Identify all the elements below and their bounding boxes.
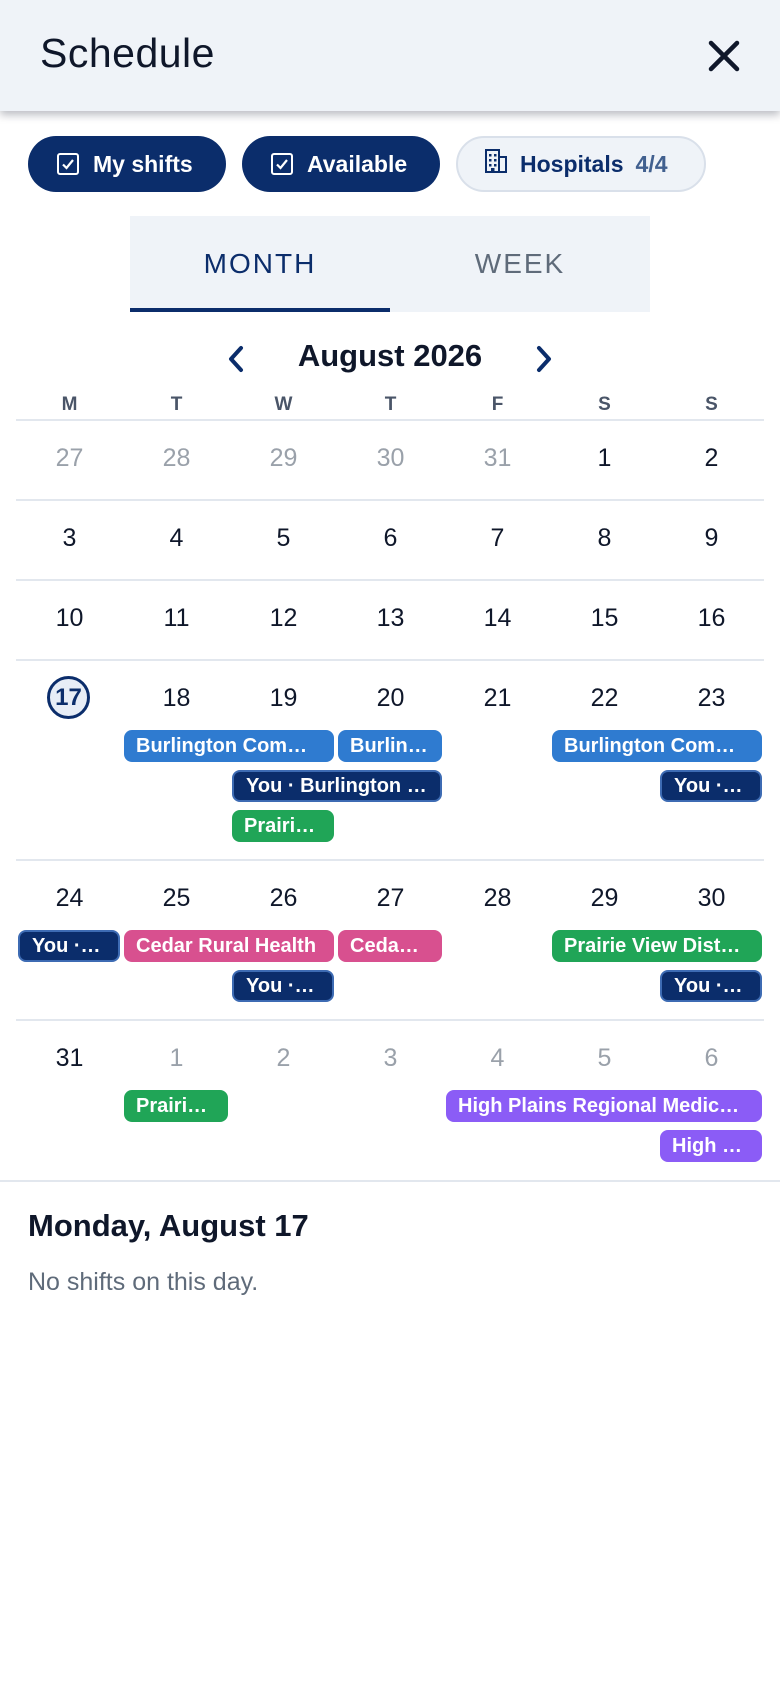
calendar-day[interactable]: 28 bbox=[123, 444, 230, 473]
shift-event-mine[interactable]: You · … bbox=[18, 930, 120, 962]
shift-event-burlington[interactable]: Burlin… bbox=[338, 730, 442, 762]
close-button[interactable] bbox=[702, 34, 746, 78]
calendar-day[interactable]: 9 bbox=[658, 524, 765, 553]
close-icon bbox=[708, 40, 740, 72]
shift-event-burlington[interactable]: Burlington Com… bbox=[552, 730, 762, 762]
calendar-day[interactable]: 22 bbox=[551, 684, 658, 713]
available-filter[interactable]: Available bbox=[242, 136, 440, 192]
week-divider bbox=[16, 1019, 764, 1021]
hospitals-filter[interactable]: Hospitals 4/4 bbox=[456, 136, 706, 192]
hospitals-label: Hospitals bbox=[520, 150, 624, 177]
shift-event-mine[interactable]: You · … bbox=[660, 770, 762, 802]
hospitals-count: 4/4 bbox=[635, 150, 668, 177]
calendar-day[interactable]: 1 bbox=[551, 444, 658, 473]
calendar-day[interactable]: 6 bbox=[658, 1044, 765, 1073]
calendar-day[interactable]: 5 bbox=[230, 524, 337, 553]
week-divider bbox=[16, 659, 764, 661]
view-tabs: MONTH WEEK bbox=[130, 216, 650, 312]
tab-active-indicator bbox=[130, 308, 390, 312]
calendar-day[interactable]: 28 bbox=[444, 884, 551, 913]
calendar-day[interactable]: 26 bbox=[230, 884, 337, 913]
week-divider bbox=[16, 859, 764, 861]
shift-event-mine[interactable]: You · … bbox=[660, 970, 762, 1002]
calendar-day[interactable]: 3 bbox=[337, 1044, 444, 1073]
week-divider bbox=[16, 579, 764, 581]
calendar-day[interactable]: 24 bbox=[16, 884, 123, 913]
shift-event-prairie[interactable]: Prairi… bbox=[124, 1090, 228, 1122]
calendar-day[interactable]: 20 bbox=[337, 684, 444, 713]
building-icon bbox=[484, 148, 508, 180]
calendar-day[interactable]: 27 bbox=[337, 884, 444, 913]
tab-month-label: MONTH bbox=[203, 248, 317, 279]
next-month-button[interactable] bbox=[524, 338, 564, 380]
calendar-day[interactable]: 4 bbox=[444, 1044, 551, 1073]
weekday-header: T bbox=[384, 394, 397, 415]
detail-divider bbox=[0, 1180, 780, 1182]
week-divider bbox=[16, 499, 764, 501]
page-title: Schedule bbox=[40, 30, 215, 76]
calendar-day[interactable]: 16 bbox=[658, 604, 765, 633]
calendar-day[interactable]: 31 bbox=[16, 1044, 123, 1073]
calendar-day[interactable]: 30 bbox=[337, 444, 444, 473]
calendar-day[interactable]: 12 bbox=[230, 604, 337, 633]
calendar-day[interactable]: 14 bbox=[444, 604, 551, 633]
checkbox-checked-icon bbox=[57, 153, 79, 175]
calendar-day[interactable]: 7 bbox=[444, 524, 551, 553]
my-shifts-label: My shifts bbox=[93, 150, 193, 177]
calendar-day[interactable]: 23 bbox=[658, 684, 765, 713]
shift-event-prairie[interactable]: Prairi… bbox=[232, 810, 334, 842]
month-title: August 2026 bbox=[297, 338, 483, 373]
calendar-day[interactable]: 15 bbox=[551, 604, 658, 633]
calendar-day[interactable]: 13 bbox=[337, 604, 444, 633]
calendar-day[interactable]: 3 bbox=[16, 524, 123, 553]
shift-event-high-plains[interactable]: High Plains Regional Medic… bbox=[446, 1090, 762, 1122]
calendar-day[interactable]: 18 bbox=[123, 684, 230, 713]
calendar-day[interactable]: 5 bbox=[551, 1044, 658, 1073]
shift-event-mine[interactable]: You · Burlington … bbox=[232, 770, 442, 802]
shift-event-prairie[interactable]: Prairie View Dist… bbox=[552, 930, 762, 962]
tab-week[interactable]: WEEK bbox=[390, 216, 650, 312]
calendar-day[interactable]: 31 bbox=[444, 444, 551, 473]
calendar-day[interactable]: 1 bbox=[123, 1044, 230, 1073]
calendar-day[interactable]: 11 bbox=[123, 604, 230, 633]
calendar-day-today[interactable]: 17 bbox=[47, 676, 90, 719]
weekday-header: S bbox=[598, 394, 611, 415]
tab-month[interactable]: MONTH bbox=[130, 216, 390, 312]
calendar-day[interactable]: 4 bbox=[123, 524, 230, 553]
weekday-header: S bbox=[705, 394, 718, 415]
calendar-day[interactable]: 19 bbox=[230, 684, 337, 713]
available-label: Available bbox=[307, 150, 408, 177]
calendar-day[interactable]: 29 bbox=[230, 444, 337, 473]
calendar-day[interactable]: 30 bbox=[658, 884, 765, 913]
my-shifts-filter[interactable]: My shifts bbox=[28, 136, 226, 192]
app-header: Schedule bbox=[0, 0, 780, 111]
week-divider bbox=[16, 419, 764, 421]
calendar-day[interactable]: 27 bbox=[16, 444, 123, 473]
empty-state-text: No shifts on this day. bbox=[28, 1268, 259, 1296]
shift-event-cedar[interactable]: Ceda… bbox=[338, 930, 442, 962]
checkbox-checked-icon bbox=[271, 153, 293, 175]
chevron-right-icon bbox=[537, 346, 551, 372]
shift-event-cedar[interactable]: Cedar Rural Health bbox=[124, 930, 334, 962]
shift-event-mine[interactable]: You · … bbox=[232, 970, 334, 1002]
weekday-header: T bbox=[170, 394, 183, 415]
weekday-header: W bbox=[274, 394, 293, 415]
weekday-header: F bbox=[491, 394, 504, 415]
shift-event-high-plains[interactable]: High … bbox=[660, 1130, 762, 1162]
tab-week-label: WEEK bbox=[474, 248, 566, 279]
calendar-day[interactable]: 21 bbox=[444, 684, 551, 713]
calendar-day[interactable]: 8 bbox=[551, 524, 658, 553]
calendar-day[interactable]: 25 bbox=[123, 884, 230, 913]
calendar-day[interactable]: 2 bbox=[658, 444, 765, 473]
selected-day-title: Monday, August 17 bbox=[28, 1208, 309, 1243]
weekday-header: M bbox=[61, 394, 78, 415]
calendar-day[interactable]: 10 bbox=[16, 604, 123, 633]
shift-event-burlington[interactable]: Burlington Com… bbox=[124, 730, 334, 762]
calendar-day[interactable]: 2 bbox=[230, 1044, 337, 1073]
calendar-day[interactable]: 29 bbox=[551, 884, 658, 913]
calendar-day[interactable]: 6 bbox=[337, 524, 444, 553]
